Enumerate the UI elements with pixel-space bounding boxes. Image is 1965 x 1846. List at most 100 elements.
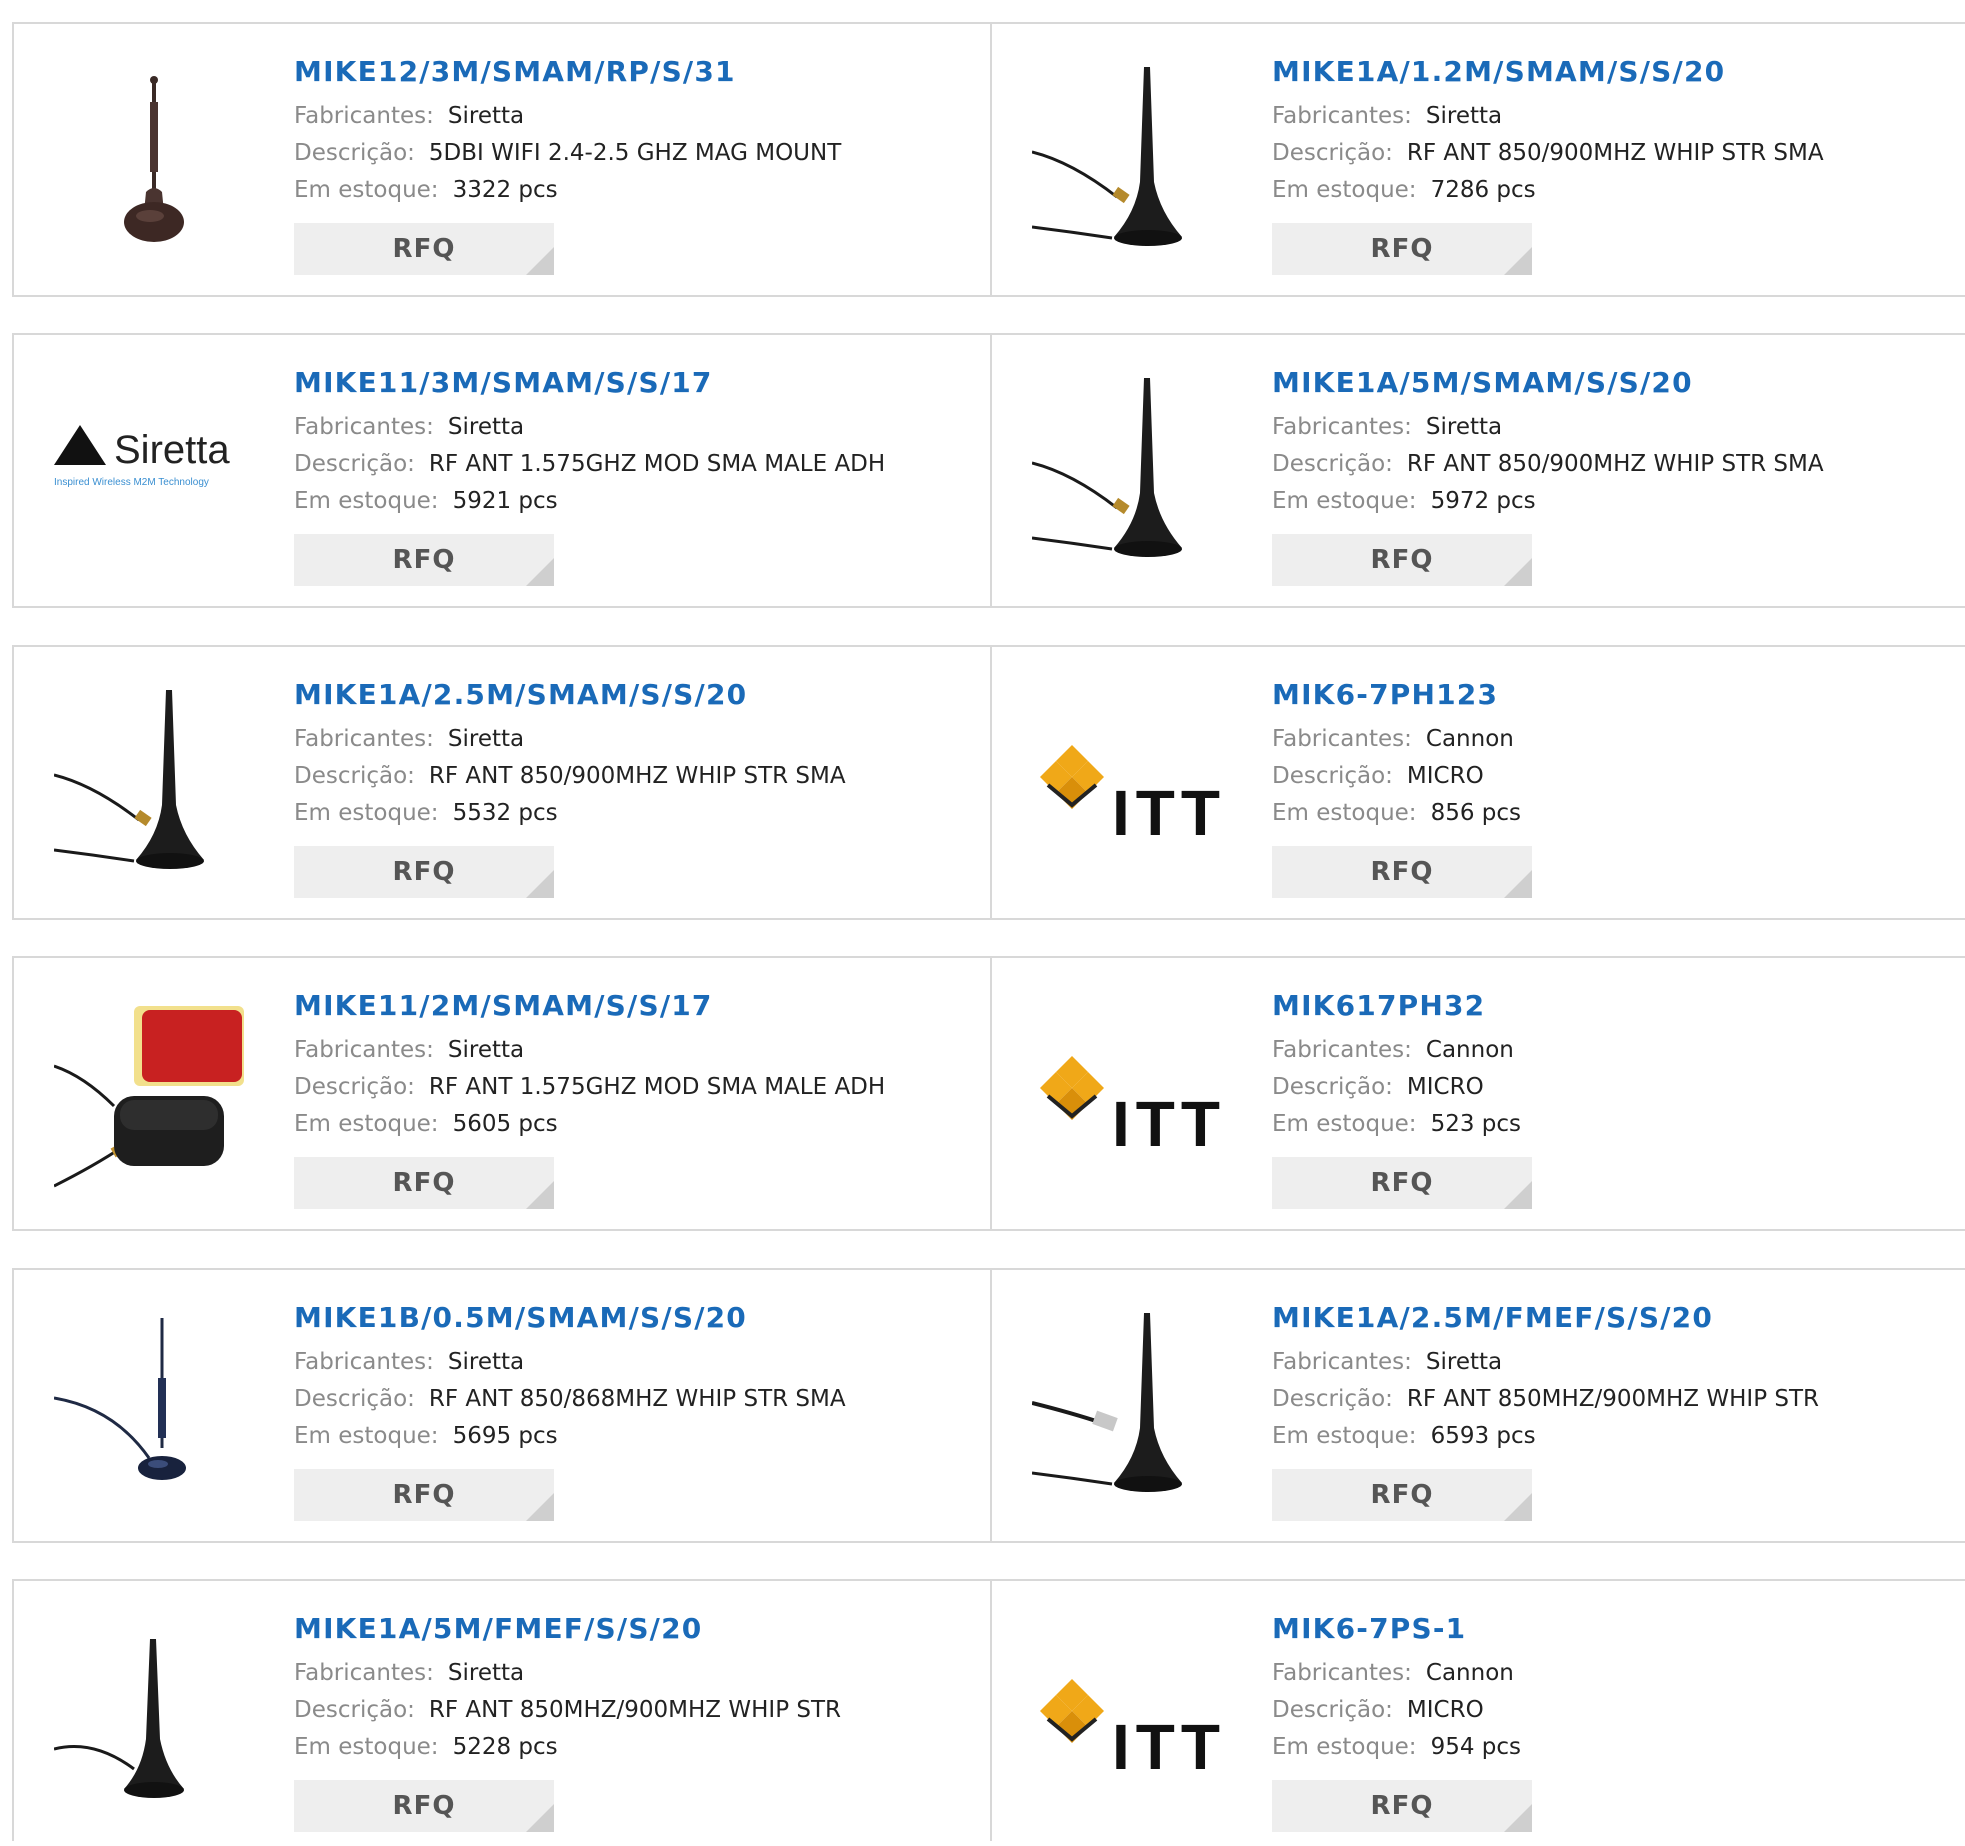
product-image[interactable] (1032, 373, 1232, 573)
stock-value: 5605 pcs (452, 1111, 558, 1137)
description-value: 5DBI WIFI 2.4-2.5 GHZ MAG MOUNT (428, 140, 842, 166)
rfq-button[interactable]: RFQ (1272, 223, 1532, 275)
product-info: MIKE11/2M/SMAM/S/S/17 Fabricantes: Siretta… (294, 988, 885, 1209)
description-label: Descrição: (1272, 763, 1393, 789)
stock-label: Em estoque: (1272, 800, 1417, 826)
part-number-link[interactable]: MIK617PH32 (1272, 988, 1532, 1024)
manufacturer-label: Fabricantes: (1272, 726, 1412, 752)
manufacturer-label: Fabricantes: (1272, 1037, 1412, 1063)
rfq-button[interactable]: RFQ (294, 846, 554, 898)
manufacturer-label: Fabricantes: (294, 414, 434, 440)
stock-row: Em estoque: 5532 pcs (294, 795, 846, 832)
stock-value: 6593 pcs (1430, 1423, 1536, 1449)
manufacturer-row: Fabricantes: Siretta (294, 409, 885, 446)
corner-triangle-icon (526, 1181, 554, 1209)
part-number-link[interactable]: MIKE1A/1.2M/SMAM/S/S/20 (1272, 54, 1824, 90)
part-number-link[interactable]: MIKE11/2M/SMAM/S/S/17 (294, 988, 885, 1024)
manufacturer-value: Siretta (447, 726, 525, 752)
manufacturer-label: Fabricantes: (1272, 1660, 1412, 1686)
stock-label: Em estoque: (294, 488, 439, 514)
stock-row: Em estoque: 6593 pcs (1272, 1418, 1819, 1455)
manufacturer-label: Fabricantes: (1272, 1349, 1412, 1375)
product-image[interactable] (54, 996, 254, 1196)
stock-label: Em estoque: (294, 1734, 439, 1760)
product-image[interactable] (54, 62, 254, 262)
part-number-link[interactable]: MIKE1A/2.5M/SMAM/S/S/20 (294, 677, 846, 713)
corner-triangle-icon (526, 1804, 554, 1832)
part-number-link[interactable]: MIK6-7PH123 (1272, 677, 1532, 713)
rfq-button[interactable]: RFQ (1272, 534, 1532, 586)
rfq-button[interactable]: RFQ (1272, 1157, 1532, 1209)
description-value: RF ANT 850/868MHZ WHIP STR SMA (428, 1386, 846, 1412)
part-number-link[interactable]: MIK6-7PS-1 (1272, 1611, 1532, 1647)
product-image[interactable]: ITT (1032, 996, 1232, 1196)
description-row: Descrição: 5DBI WIFI 2.4-2.5 GHZ MAG MOUN… (294, 135, 841, 172)
part-number-link[interactable]: MIKE1A/5M/FMEF/S/S/20 (294, 1611, 841, 1647)
product-grid: MIKE12/3M/SMAM/RP/S/31 Fabricantes: Sirett… (0, 0, 1965, 1846)
description-value: RF ANT 850MHZ/900MHZ WHIP STR (428, 1697, 842, 1723)
rfq-button[interactable]: RFQ (294, 1157, 554, 1209)
description-value: RF ANT 850MHZ/900MHZ WHIP STR (1406, 1386, 1820, 1412)
rfq-button[interactable]: RFQ (1272, 1469, 1532, 1521)
product-card: Siretta Inspired Wireless M2M Technology M… (14, 335, 992, 606)
description-label: Descrição: (1272, 451, 1393, 477)
manufacturer-value: Siretta (1425, 103, 1503, 129)
product-image[interactable]: ITT (1032, 1619, 1232, 1819)
description-label: Descrição: (1272, 140, 1393, 166)
product-image[interactable] (54, 1619, 254, 1819)
rfq-button[interactable]: RFQ (294, 1780, 554, 1832)
rfq-button[interactable]: RFQ (294, 223, 554, 275)
product-card: MIKE1A/2.5M/SMAM/S/S/20 Fabricantes: Siret… (14, 647, 992, 918)
rfq-label: RFQ (1370, 1791, 1434, 1821)
product-image[interactable] (1032, 1308, 1232, 1508)
manufacturer-row: Fabricantes: Siretta (294, 1032, 885, 1069)
description-value: RF ANT 850/900MHZ WHIP STR SMA (428, 763, 846, 789)
stock-label: Em estoque: (1272, 1734, 1417, 1760)
stock-value: 5921 pcs (452, 488, 558, 514)
product-info: MIKE1B/0.5M/SMAM/S/S/20 Fabricantes: Siret… (294, 1300, 846, 1521)
stock-row: Em estoque: 7286 pcs (1272, 172, 1824, 209)
product-image[interactable]: ITT (1032, 685, 1232, 885)
description-value: RF ANT 1.575GHZ MOD SMA MALE ADH (428, 451, 886, 477)
rfq-label: RFQ (392, 1480, 456, 1510)
manufacturer-value: Cannon (1425, 1660, 1514, 1686)
part-number-link[interactable]: MIKE11/3M/SMAM/S/S/17 (294, 365, 885, 401)
stock-row: Em estoque: 954 pcs (1272, 1729, 1532, 1766)
product-info: MIK6-7PH123 Fabricantes: Cannon Descrição: M… (1272, 677, 1532, 898)
rfq-label: RFQ (1370, 1480, 1434, 1510)
part-number-link[interactable]: MIKE1A/5M/SMAM/S/S/20 (1272, 365, 1824, 401)
product-card: MIKE1A/2.5M/FMEF/S/S/20 Fabricantes: Siret… (992, 1270, 1965, 1541)
part-number-link[interactable]: MIKE12/3M/SMAM/RP/S/31 (294, 54, 841, 90)
description-row: Descrição: RF ANT 850/900MHZ WHIP STR SMA (294, 758, 846, 795)
manufacturer-row: Fabricantes: Siretta (294, 721, 846, 758)
product-image[interactable] (1032, 62, 1232, 262)
description-row: Descrição: RF ANT 1.575GHZ MOD SMA MALE A… (294, 446, 885, 483)
product-image[interactable] (54, 685, 254, 885)
product-row: MIKE12/3M/SMAM/RP/S/31 Fabricantes: Sirett… (12, 22, 1965, 297)
rfq-label: RFQ (392, 234, 456, 264)
rfq-button[interactable]: RFQ (294, 534, 554, 586)
stock-label: Em estoque: (294, 1111, 439, 1137)
product-row: MIKE1B/0.5M/SMAM/S/S/20 Fabricantes: Siret… (12, 1268, 1965, 1543)
stock-row: Em estoque: 5228 pcs (294, 1729, 841, 1766)
product-image[interactable]: Siretta Inspired Wireless M2M Technology (54, 373, 254, 573)
rfq-label: RFQ (1370, 234, 1434, 264)
manufacturer-value: Siretta (447, 1037, 525, 1063)
part-number-link[interactable]: MIKE1B/0.5M/SMAM/S/S/20 (294, 1300, 846, 1336)
product-info: MIKE1A/5M/FMEF/S/S/20 Fabricantes: Siretta… (294, 1611, 841, 1832)
product-image[interactable] (54, 1308, 254, 1508)
stock-value: 954 pcs (1430, 1734, 1522, 1760)
description-value: MICRO (1406, 1697, 1484, 1723)
rfq-button[interactable]: RFQ (1272, 1780, 1532, 1832)
stock-value: 5695 pcs (452, 1423, 558, 1449)
rfq-button[interactable]: RFQ (1272, 846, 1532, 898)
product-row: MIKE11/2M/SMAM/S/S/17 Fabricantes: Siretta… (12, 956, 1965, 1231)
corner-triangle-icon (1504, 1804, 1532, 1832)
stock-value: 5228 pcs (452, 1734, 558, 1760)
svg-text:ITT: ITT (1112, 1088, 1226, 1160)
part-number-link[interactable]: MIKE1A/2.5M/FMEF/S/S/20 (1272, 1300, 1819, 1336)
product-card: ITT MIK617PH32 Fabricantes: Cannon Descrição… (992, 958, 1965, 1229)
rfq-label: RFQ (1370, 545, 1434, 575)
description-row: Descrição: RF ANT 850MHZ/900MHZ WHIP STR (294, 1692, 841, 1729)
rfq-button[interactable]: RFQ (294, 1469, 554, 1521)
